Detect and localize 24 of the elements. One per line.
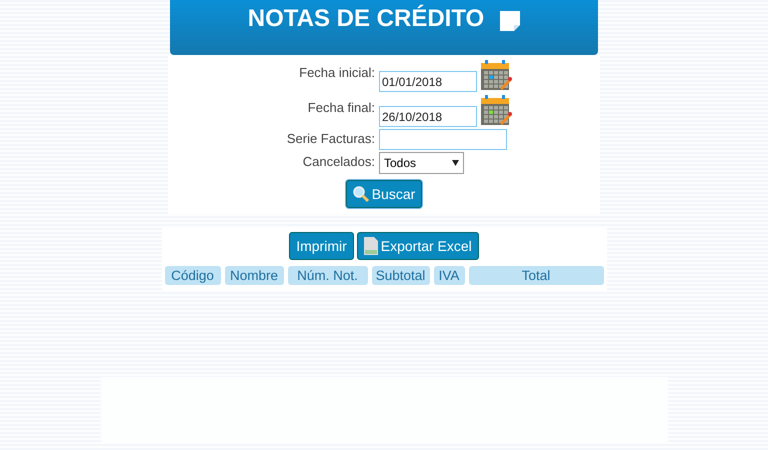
column-header: Nombre [224, 266, 284, 285]
date-field[interactable]: 01/01/2018 [379, 71, 477, 92]
field-label: Fecha final: [308, 99, 375, 115]
calendar-icon[interactable] [480, 59, 512, 91]
column-header: Total [468, 266, 604, 285]
column-header: IVA [434, 266, 464, 285]
search-button[interactable]: Buscar [346, 180, 422, 208]
column-header: Subtotal [372, 266, 430, 285]
caret-icon [452, 160, 459, 166]
note-icon [500, 11, 520, 31]
page-title: NOTAS DE CRÉDITO [248, 5, 484, 33]
date-field[interactable]: 26/10/2018 [379, 106, 477, 127]
calendar-icon[interactable] [480, 94, 512, 126]
search-icon [352, 186, 369, 202]
field-label: Serie Facturas: [286, 130, 375, 146]
print-button[interactable]: Imprimir [289, 232, 354, 260]
column-header: Núm. Not. [288, 266, 368, 285]
field-label: Cancelados: [302, 153, 375, 169]
spreadsheet-icon [364, 237, 378, 255]
text-field[interactable] [379, 129, 507, 150]
select-field[interactable]: Todos [379, 152, 464, 174]
column-header: Código [164, 266, 220, 285]
export-button[interactable]: Exportar Excel [356, 232, 479, 260]
field-label: Fecha inicial: [299, 64, 375, 80]
